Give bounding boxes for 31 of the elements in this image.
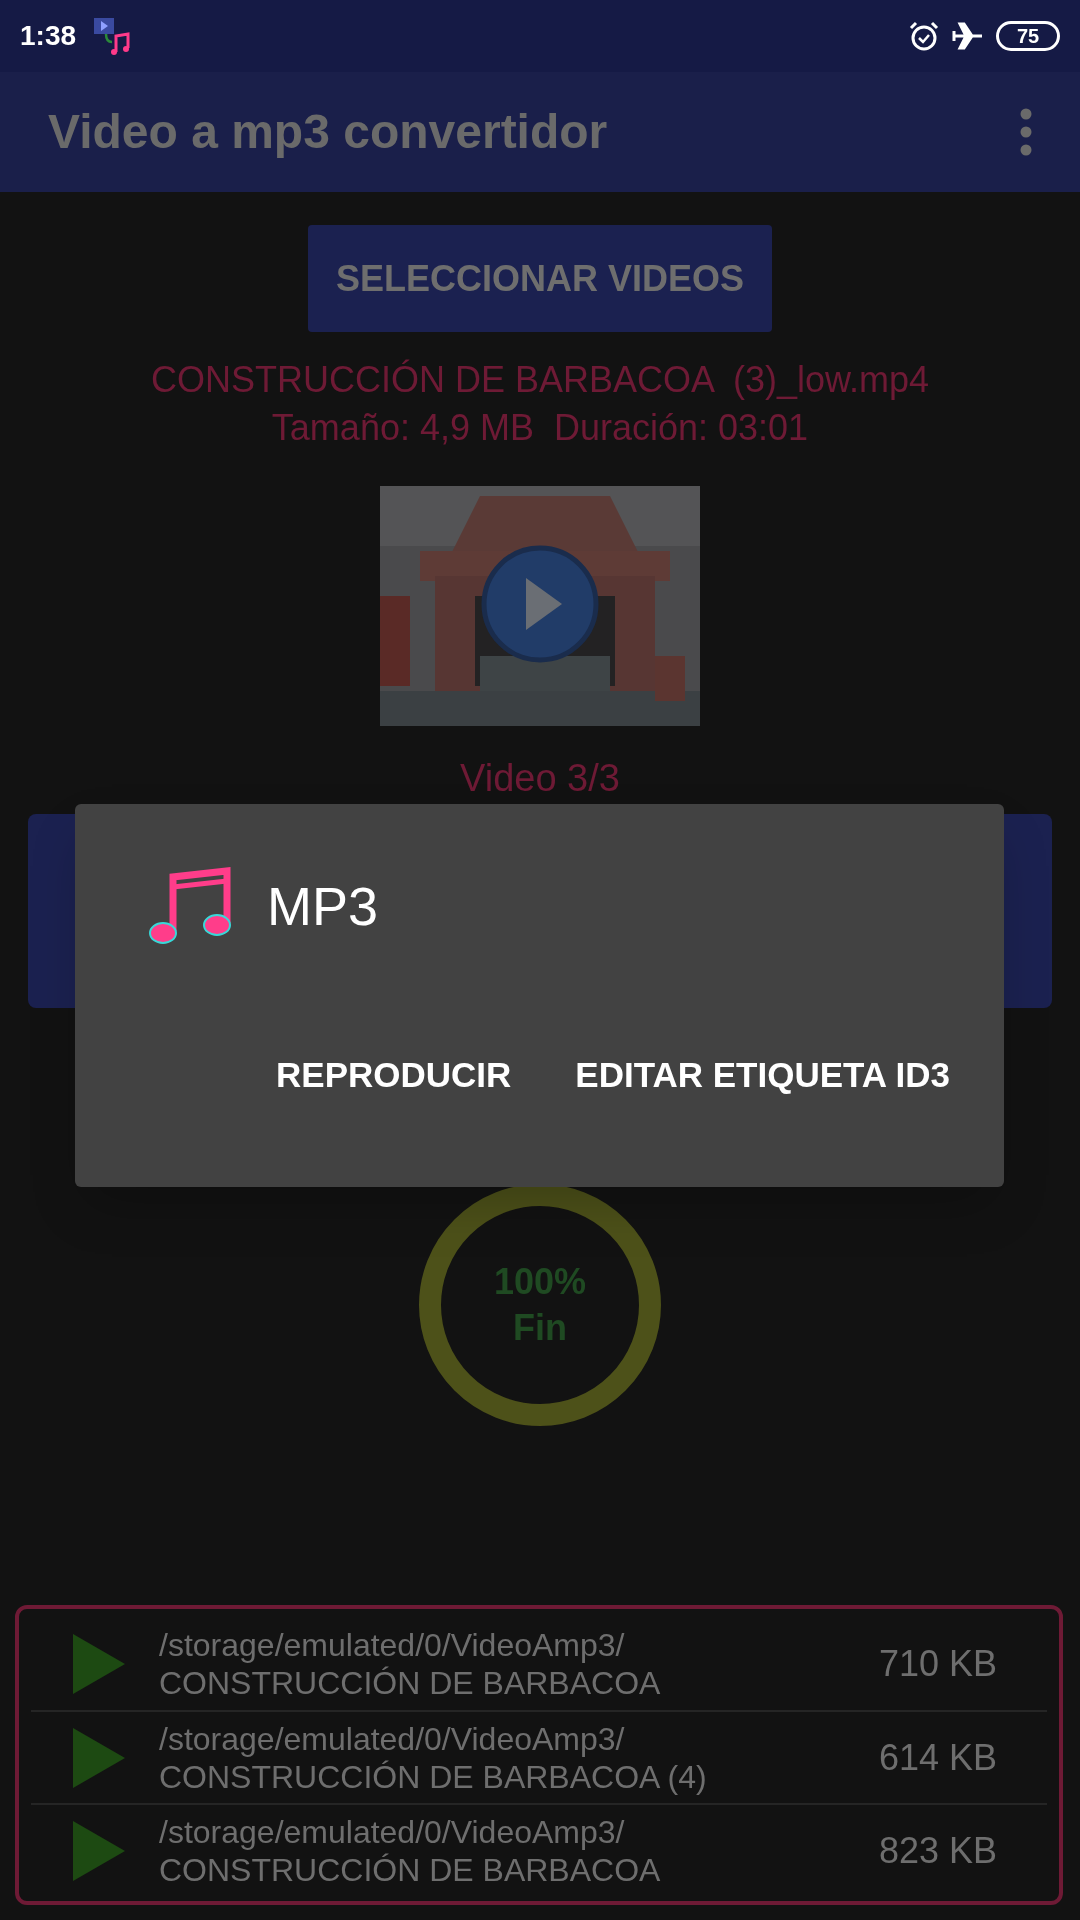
file-name: CONSTRUCCIÓN DE BARBACOA — [159, 1663, 662, 1702]
file-row[interactable]: /storage/emulated/0/VideoAmp3/ CONSTRUCCIÓN DE BARBACOA 823 KB — [31, 1803, 1047, 1896]
file-path: /storage/emulated/0/VideoAmp3/ — [159, 1719, 626, 1758]
file-name: CONSTRUCCIÓN DE BARBACOA — [159, 1850, 662, 1889]
file-row[interactable]: /storage/emulated/0/VideoAmp3/ CONSTRUCCIÓN DE BARBACOA 710 KB — [31, 1617, 1047, 1710]
file-size: 614 KB — [878, 1735, 997, 1780]
file-name: CONSTRUCCIÓN DE BARBACOA (4) — [159, 1757, 708, 1796]
file-path: /storage/emulated/0/VideoAmp3/ — [159, 1625, 626, 1664]
play-icon[interactable] — [73, 1633, 125, 1694]
app-title: Video a mp3 convertidor — [48, 104, 609, 160]
airplane-icon — [952, 20, 984, 52]
file-row[interactable]: /storage/emulated/0/VideoAmp3/ CONSTRUCCIÓN DE BARBACOA (4) 614 KB — [31, 1710, 1047, 1803]
video-info: Tamaño: 4,9 MB Duración: 03:01 — [271, 406, 809, 450]
play-icon[interactable] — [73, 1820, 125, 1881]
play-icon[interactable] — [73, 1727, 125, 1788]
file-path: /storage/emulated/0/VideoAmp3/ — [159, 1812, 626, 1851]
app-notification-icon — [92, 16, 133, 56]
battery-level: 75 — [1016, 26, 1040, 46]
video-name: CONSTRUCCIÓN DE BARBACOA (3)_low.mp4 — [150, 358, 930, 402]
dialog-button[interactable]: REPRODUCIR — [264, 1037, 524, 1114]
alarm-icon — [908, 20, 940, 52]
file-size: 710 KB — [878, 1641, 997, 1686]
video-counter: Video 3/3 — [460, 756, 620, 800]
file-size: 823 KB — [878, 1828, 997, 1873]
overflow-menu-icon[interactable] — [1020, 108, 1032, 156]
progress-label: Fin — [513, 1306, 567, 1350]
progress-percent: 100% — [493, 1260, 587, 1304]
status-time: 1:38 — [20, 19, 77, 53]
select-videos-button[interactable]: SELECCIONAR VIDEOS — [308, 225, 772, 332]
dialog-button[interactable]: EDITAR ETIQUETA ID3 — [563, 1037, 962, 1114]
dialog-title: MP3 — [267, 875, 379, 938]
